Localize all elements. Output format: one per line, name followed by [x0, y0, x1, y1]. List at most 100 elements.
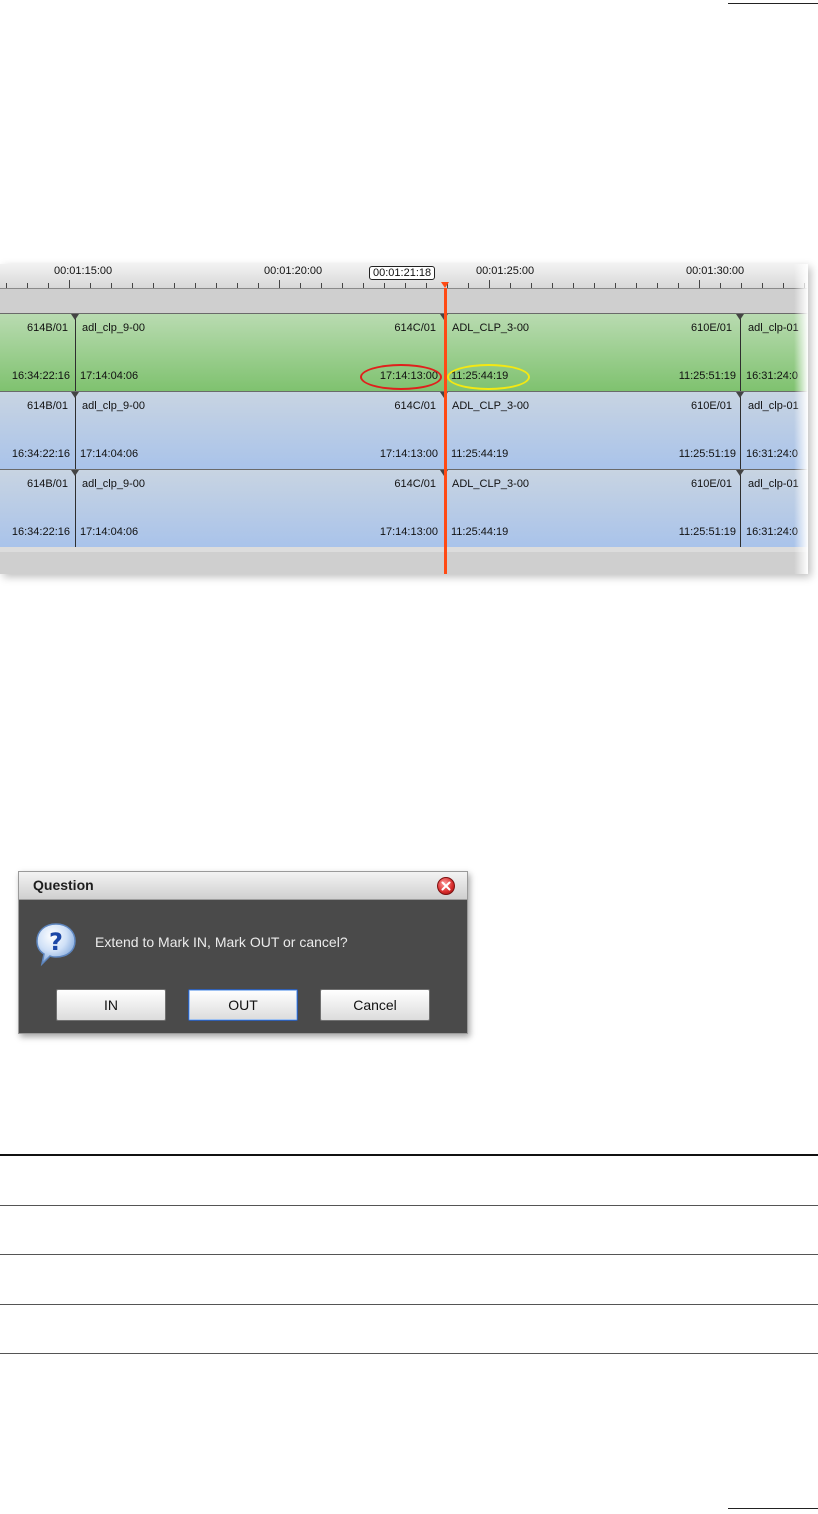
ruler-label: 00:01:15:00: [54, 265, 113, 277]
clip-timecode: 17:14:04:06: [80, 526, 139, 538]
ruler-tick: [48, 283, 49, 288]
ruler-tick: [195, 283, 196, 288]
ruler-tick: [615, 283, 616, 288]
ruler-tick: [300, 283, 301, 288]
clip-timecode: 17:14:13:00: [379, 448, 438, 460]
ruler-tick: [279, 280, 280, 288]
ruler-tick: [573, 283, 574, 288]
current-timecode: 00:01:21:18: [369, 266, 436, 280]
clip-label: adl_clp_9-00: [82, 322, 145, 334]
ruler-tick: [6, 283, 7, 288]
cancel-button[interactable]: Cancel: [320, 989, 430, 1021]
ruler-label: 00:01:20:00: [264, 265, 323, 277]
ruler-tick: [384, 283, 385, 288]
dialog-titlebar[interactable]: Question: [19, 872, 467, 900]
ruler-tick: [174, 283, 175, 288]
ruler-tick: [237, 283, 238, 288]
ruler-tick: [153, 283, 154, 288]
timeline-track[interactable]: 614B/01 adl_clp_9-00 614C/01 ADL_CLP_3-00 61…: [0, 313, 808, 391]
out-point-highlight: [360, 364, 442, 390]
mark-out-button[interactable]: OUT: [188, 989, 298, 1021]
timecode-ruler[interactable]: 00:01:15:00 00:01:20:00 00:01:21:18 00:0…: [0, 264, 808, 289]
ruler-tick: [489, 280, 490, 288]
clip-timecode: 17:14:04:06: [80, 370, 139, 382]
clip-timecode: 17:14:13:00: [379, 526, 438, 538]
clip-timecode: 11:25:44:19: [451, 448, 509, 460]
clip-label: 614C/01: [394, 322, 436, 334]
ruler-tick: [510, 283, 511, 288]
clip-boundary[interactable]: [740, 392, 741, 469]
clip-boundary[interactable]: [75, 314, 76, 391]
ruler-tick: [132, 283, 133, 288]
close-icon[interactable]: [437, 877, 455, 895]
clip-label: 614C/01: [394, 478, 436, 490]
ruler-tick: [69, 280, 70, 288]
clip-label: adl_clp_9-00: [82, 478, 145, 490]
ruler-tick: [531, 283, 532, 288]
clip-timecode: 11:25:51:19: [678, 370, 736, 382]
ruler-label: 00:01:25:00: [476, 265, 535, 277]
fade-overlay: [794, 264, 808, 574]
footer-rule: [728, 1508, 818, 1509]
table-bottom-rule: [0, 1353, 818, 1354]
clip-label: adl_clp_9-00: [82, 400, 145, 412]
ruler-tick: [594, 283, 595, 288]
ruler-tick: [342, 283, 343, 288]
ruler-tick: [90, 283, 91, 288]
edit-point-marker: [71, 470, 79, 476]
clip-label: 610E/01: [691, 400, 732, 412]
table-row-rule: [0, 1304, 818, 1305]
question-dialog: Question ? Extend to Mark IN, Mark OUT o…: [18, 871, 468, 1034]
ruler-tick: [636, 283, 637, 288]
ruler-tick: [699, 280, 700, 288]
clip-boundary[interactable]: [740, 470, 741, 547]
ruler-tick: [762, 283, 763, 288]
header-rule: [728, 3, 818, 4]
clip-timecode: 11:25:44:19: [451, 526, 509, 538]
edit-point-marker: [736, 314, 744, 320]
clip-boundary[interactable]: [75, 470, 76, 547]
ruler-tick: [216, 283, 217, 288]
ruler-tick: [720, 283, 721, 288]
edit-point-marker: [736, 470, 744, 476]
empty-track-area: [0, 289, 808, 313]
ruler-tick: [741, 283, 742, 288]
playhead-handle[interactable]: [441, 282, 449, 288]
clip-timecode: 16:34:22:16: [11, 370, 70, 382]
clip-label: ADL_CLP_3-00: [452, 322, 530, 334]
clip-label: ADL_CLP_3-00: [452, 400, 530, 412]
clip-label: 614B/01: [27, 478, 68, 490]
ruler-tick: [321, 283, 322, 288]
ruler-tick: [783, 283, 784, 288]
clip-label: 614B/01: [27, 322, 68, 334]
clip-label: ADL_CLP_3-00: [452, 478, 530, 490]
clip-boundary[interactable]: [75, 392, 76, 469]
svg-text:?: ?: [49, 928, 63, 956]
ruler-tick: [678, 283, 679, 288]
clip-label: 610E/01: [691, 478, 732, 490]
question-icon: ?: [32, 920, 80, 968]
ruler-tick: [111, 283, 112, 288]
clip-label: 610E/01: [691, 322, 732, 334]
clip-timecode: 17:14:04:06: [80, 448, 139, 460]
ruler-tick: [552, 283, 553, 288]
ruler-tick: [426, 283, 427, 288]
clip-timecode: 16:34:22:16: [11, 448, 70, 460]
ruler-tick: [468, 283, 469, 288]
timeline-track[interactable]: 614B/01 adl_clp_9-00 614C/01 ADL_CLP_3-00 61…: [0, 469, 808, 547]
table-row-rule: [0, 1254, 818, 1255]
timeline-track[interactable]: 614B/01 adl_clp_9-00 614C/01 ADL_CLP_3-00 61…: [0, 391, 808, 469]
clip-label: 614C/01: [394, 400, 436, 412]
edit-point-marker: [71, 314, 79, 320]
in-point-highlight: [447, 364, 530, 390]
mark-in-button[interactable]: IN: [56, 989, 166, 1021]
ruler-tick: [27, 283, 28, 288]
ruler-label: 00:01:30:00: [686, 265, 745, 277]
playhead-line[interactable]: [444, 288, 447, 574]
edit-point-marker: [71, 392, 79, 398]
empty-track-area: [0, 552, 808, 574]
dialog-message: Extend to Mark IN, Mark OUT or cancel?: [95, 934, 348, 950]
ruler-tick: [657, 283, 658, 288]
edit-point-marker: [736, 392, 744, 398]
clip-boundary[interactable]: [740, 314, 741, 391]
